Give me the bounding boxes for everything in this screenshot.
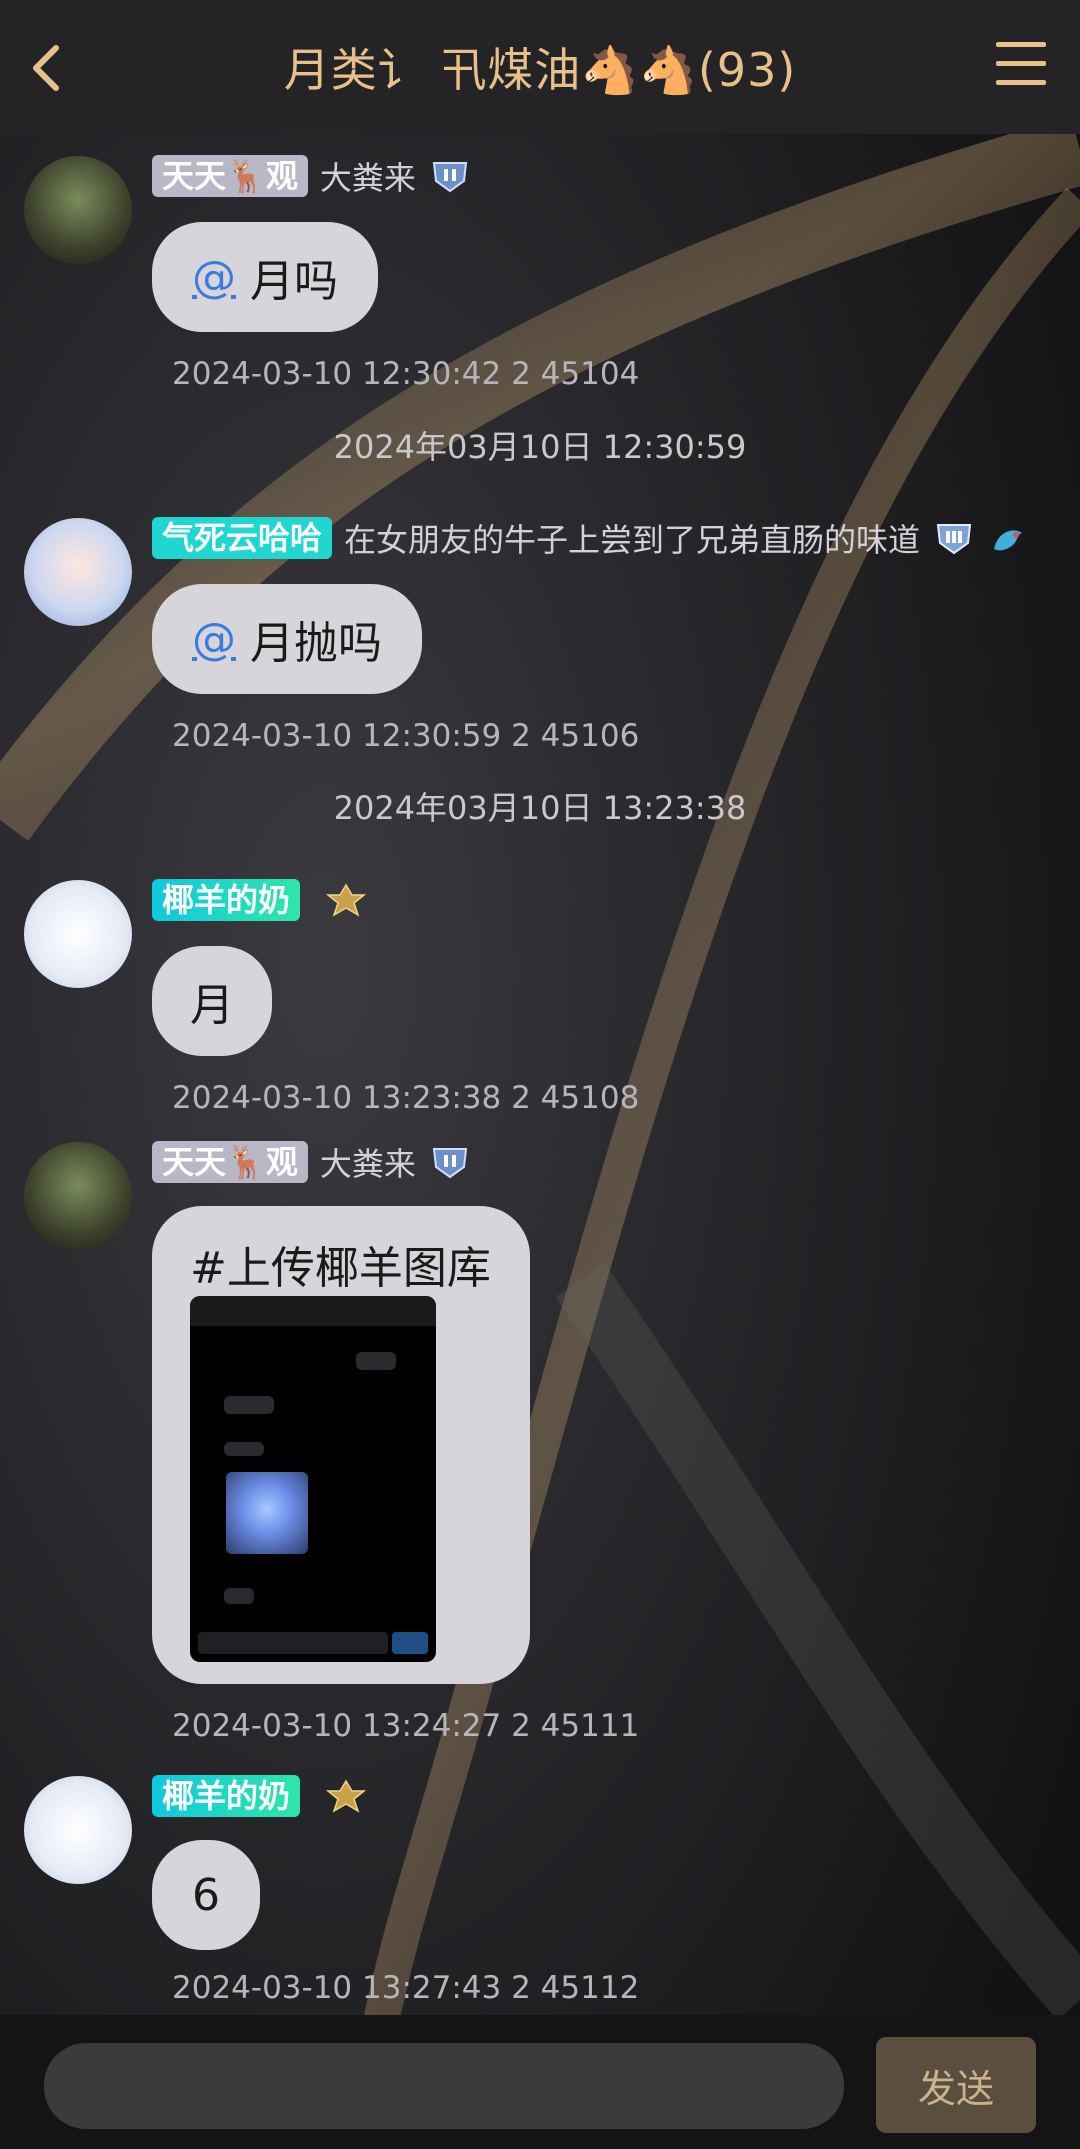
message-bubble[interactable]: @ 月吗 — [152, 222, 378, 332]
message-item: 椰羊的奶 6 2024-03-10 13:27:43 2 45112 — [0, 1770, 1080, 2010]
menu-icon — [996, 42, 1046, 47]
message-bubble[interactable]: #上传椰羊图库 — [152, 1206, 530, 1684]
rank-badge-icon — [432, 1148, 467, 1179]
avatar[interactable] — [24, 1142, 132, 1250]
menu-button[interactable] — [996, 42, 1046, 88]
message-text: 月抛吗 — [250, 618, 382, 669]
sender-tag[interactable]: 椰羊的奶 — [152, 879, 301, 921]
message-text: 6 — [192, 1869, 220, 1921]
avatar[interactable] — [24, 518, 132, 626]
avatar[interactable] — [24, 1776, 132, 1884]
message-meta: 2024-03-10 13:27:43 2 45112 — [172, 1970, 640, 2006]
dragon-badge-icon — [994, 530, 1023, 551]
screenshot-image[interactable] — [190, 1296, 436, 1662]
message-meta: 2024-03-10 13:23:38 2 45108 — [172, 1080, 640, 1116]
message-bubble[interactable]: 6 — [152, 1840, 260, 1950]
sender-tag[interactable]: 天天🦌观 — [152, 155, 308, 197]
rank-badge-icon — [432, 162, 467, 193]
send-button[interactable]: 发送 — [876, 2037, 1036, 2133]
chevron-left-icon — [33, 45, 59, 91]
composer-bar: 发送 — [0, 2015, 1080, 2149]
message-item: 椰羊的奶 月 2024-03-10 13:23:38 2 45108 — [0, 874, 1080, 1134]
sender-signature: 大粪来 — [319, 159, 416, 197]
message-meta: 2024-03-10 12:30:59 2 45106 — [172, 718, 640, 754]
message-input[interactable] — [44, 2043, 844, 2129]
mention-link[interactable]: @ — [192, 252, 236, 303]
message-text: 月吗 — [250, 256, 338, 307]
sender-line: 天天🦌观 大粪来 — [152, 1140, 470, 1184]
sender-line: 天天🦌观 大粪来 — [152, 154, 470, 198]
mention-link[interactable]: @ — [192, 614, 236, 665]
rank-badge-icon — [936, 524, 972, 555]
message-bubble[interactable]: @ 月抛吗 — [152, 584, 422, 694]
time-divider: 2024年03月10日 13:23:38 — [333, 789, 747, 827]
sender-tag[interactable]: 气死云哈哈 — [152, 517, 333, 559]
sender-line: 气死云哈哈 在女朋友的牛子上尝到了兄弟直肠的味道 — [152, 516, 1028, 560]
avatar[interactable] — [24, 156, 132, 264]
message-text: 月 — [190, 980, 234, 1031]
sender-signature: 在女朋友的牛子上尝到了兄弟直肠的味道 — [344, 521, 921, 559]
top-bar: 月类讠 卂煤油🐴🐴(93) — [0, 0, 1080, 134]
back-button[interactable] — [22, 38, 82, 98]
sender-line: 椰羊的奶 — [152, 878, 367, 922]
chat-title: 月类讠 卂煤油🐴🐴(93) — [283, 43, 797, 97]
sender-tag[interactable]: 椰羊的奶 — [152, 1775, 301, 1817]
gold-badge-icon — [326, 1779, 367, 1813]
avatar[interactable] — [24, 880, 132, 988]
message-item: 气死云哈哈 在女朋友的牛子上尝到了兄弟直肠的味道 @ 月抛吗 2024-03-1… — [0, 512, 1080, 772]
sender-line: 椰羊的奶 — [152, 1774, 367, 1818]
gold-badge-icon — [326, 883, 367, 917]
message-item: 天天🦌观 大粪来 #上传椰羊图库 2024-03-10 13:24:27 2 4… — [0, 1136, 1080, 1756]
message-bubble[interactable]: 月 — [152, 946, 272, 1056]
message-meta: 2024-03-10 12:30:42 2 45104 — [172, 356, 640, 392]
sender-tag[interactable]: 天天🦌观 — [152, 1141, 308, 1183]
sender-signature: 大粪来 — [319, 1145, 416, 1183]
message-item: 天天🦌观 大粪来 @ 月吗 2024-03-10 12:30:42 2 4510… — [0, 150, 1080, 410]
message-text: #上传椰羊图库 — [190, 1243, 491, 1294]
time-divider: 2024年03月10日 12:30:59 — [333, 428, 747, 466]
message-meta: 2024-03-10 13:24:27 2 45111 — [172, 1708, 640, 1744]
